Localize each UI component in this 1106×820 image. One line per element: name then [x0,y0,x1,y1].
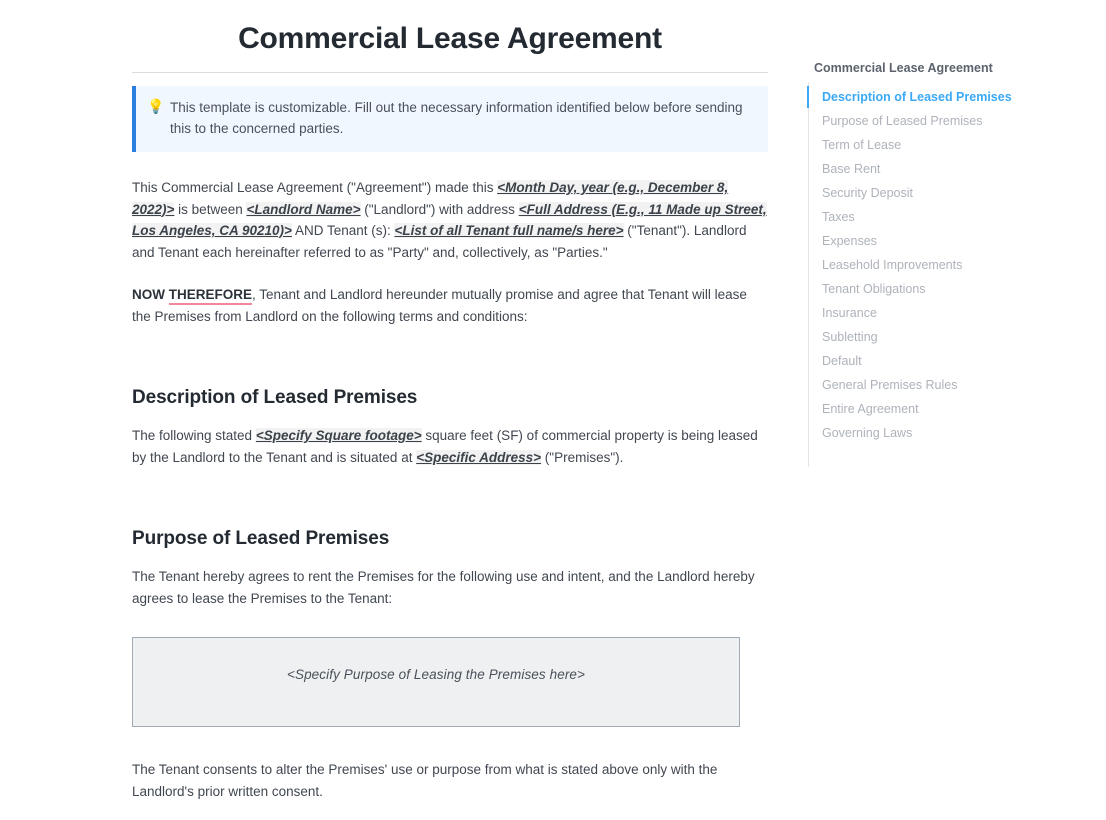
intro-seg-4: AND Tenant (s): [291,223,395,238]
intro-seg-1: This Commercial Lease Agreement ("Agreem… [132,180,498,195]
now-label: NOW [132,287,169,302]
section-heading-purpose: Purpose of Leased Premises [132,528,390,549]
purpose-input-placeholder: <Specify Purpose of Leasing the Premises… [286,667,586,682]
outline-item-subletting[interactable]: Subletting [808,325,1058,349]
callout-text: This template is customizable. Fill out … [170,100,743,136]
outline-item-entire-agreement[interactable]: Entire Agreement [808,397,1058,421]
purpose-input-box[interactable]: <Specify Purpose of Leasing the Premises… [132,637,740,727]
document-outline: Commercial Lease Agreement Description o… [807,60,1058,467]
outline-item-general-premises-rules[interactable]: General Premises Rules [808,373,1058,397]
outline-item-description-of-leased-premises[interactable]: Description of Leased Premises [807,85,1058,109]
outline-item-term-of-lease[interactable]: Term of Lease [808,133,1058,157]
desc-seg-1: The following stated [132,428,256,443]
lightbulb-icon: 💡 [147,98,165,114]
outline-item-default[interactable]: Default [808,349,1058,373]
intro-paragraph: This Commercial Lease Agreement ("Agreem… [132,177,768,263]
outline-item-governing-laws[interactable]: Governing Laws [808,421,1058,445]
intro-seg-2: is between [174,201,247,217]
outline-list: Description of Leased Premises Purpose o… [807,85,1058,445]
outline-item-purpose-of-leased-premises[interactable]: Purpose of Leased Premises [808,109,1058,133]
now-therefore-paragraph: NOW THEREFORE, Tenant and Landlord hereu… [132,284,768,327]
outline-title: Commercial Lease Agreement [814,61,993,75]
desc-seg-3: ("Premises"). [541,449,624,465]
outline-item-tenant-obligations[interactable]: Tenant Obligations [808,277,1058,301]
template-callout: 💡 This template is customizable. Fill ou… [132,86,768,152]
purpose-paragraph: The Tenant hereby agrees to rent the Pre… [132,569,755,606]
outline-item-taxes[interactable]: Taxes [808,205,1058,229]
intro-seg-3: ("Landlord") with address [360,201,519,217]
outline-item-insurance[interactable]: Insurance [808,301,1058,325]
outline-item-base-rent[interactable]: Base Rent [808,157,1058,181]
title-divider [132,72,768,73]
section-heading-description: Description of Leased Premises [132,387,418,408]
placeholder-landlord-name[interactable]: <Landlord Name> [246,201,361,217]
outline-item-leasehold-improvements[interactable]: Leasehold Improvements [808,253,1058,277]
page-title: Commercial Lease Agreement [238,22,662,55]
outline-item-security-deposit[interactable]: Security Deposit [808,181,1058,205]
placeholder-square-footage[interactable]: <Specify Square footage> [255,428,422,443]
placeholder-specific-address[interactable]: <Specific Address> [416,449,542,465]
document-body: Commercial Lease Agreement 💡 This templa… [132,0,768,802]
description-paragraph: The following stated <Specify Square foo… [132,425,768,468]
placeholder-tenant-names[interactable]: <List of all Tenant full name/s here> [394,223,624,238]
document-page: Commercial Lease Agreement 💡 This templa… [0,0,1106,820]
outline-item-expenses[interactable]: Expenses [808,229,1058,253]
purpose-closing-paragraph: The Tenant consents to alter the Premise… [132,762,718,799]
therefore-label: THEREFORE [168,287,253,305]
